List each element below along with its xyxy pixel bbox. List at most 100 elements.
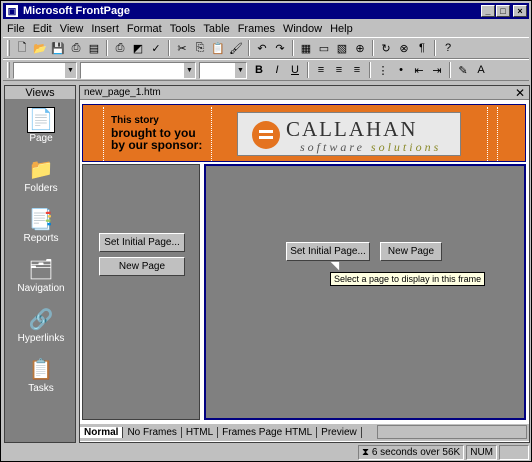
tab-no-frames[interactable]: No Frames [123,427,182,438]
window-title: Microsoft FrontPage [23,5,130,17]
view-navigation[interactable]: 🗂 Navigation [5,250,77,300]
cut-icon[interactable]: ✂ [174,40,190,56]
tab-frames-page-html[interactable]: Frames Page HTML [218,427,318,438]
close-icon[interactable]: ✕ [515,86,525,100]
chevron-down-icon[interactable]: ▼ [184,62,195,78]
undo-icon[interactable]: ↶ [254,40,270,56]
view-folders[interactable]: 📁 Folders [5,150,77,200]
save-icon[interactable]: 💾 [50,40,66,56]
underline-icon[interactable]: U [287,62,303,78]
menu-frames[interactable]: Frames [234,23,279,35]
horizontal-scrollbar[interactable] [377,425,527,439]
spelling-icon[interactable]: ✓ [148,40,164,56]
folder-icon: 📁 [28,159,54,181]
standard-toolbar: 🗋 📂 💾 ⎙ ▤ ⎙ ◩ ✓ ✂ ⎘ 📋 🖌 ↶ ↷ ▦ ▭ ▧ ⊕ ↻ ⊗ … [3,37,529,59]
insert-picture-icon[interactable]: ▧ [334,40,350,56]
app-icon[interactable]: ▣ [5,4,19,18]
formatting-toolbar: ▼ ▼ ▼ B I U ≡ ≡ ≡ ⋮ • ⇤ ⇥ ✎ A [3,59,529,81]
increase-indent-icon[interactable]: ⇥ [429,62,445,78]
page-icon: 📄 [27,106,55,133]
left-frame[interactable]: Set Initial Page... New Page [82,164,200,420]
tab-preview[interactable]: Preview [317,427,362,438]
menu-edit[interactable]: Edit [29,23,56,35]
menu-window[interactable]: Window [279,23,326,35]
set-initial-page-button-left[interactable]: Set Initial Page... [99,233,185,252]
preview-icon[interactable]: ◩ [130,40,146,56]
align-center-icon[interactable]: ≡ [331,62,347,78]
paste-icon[interactable]: 📋 [210,40,226,56]
menu-view[interactable]: View [56,23,88,35]
new-page-button-left[interactable]: New Page [99,257,185,276]
divider [497,107,498,161]
logo-sub-1: software [300,140,365,154]
toolbar-grip[interactable] [7,62,10,78]
view-reports[interactable]: 📑 Reports [5,200,77,250]
view-label: Navigation [17,282,65,294]
new-page-button-right[interactable]: New Page [380,242,442,261]
tasks-icon: 📋 [28,359,54,381]
logo-mark-icon [252,121,280,149]
menu-help[interactable]: Help [326,23,357,35]
divider [103,107,104,161]
stop-icon[interactable]: ⊗ [396,40,412,56]
banner-frame[interactable]: This story brought to you by our sponsor… [82,104,526,162]
document-tab[interactable]: new_page_1.htm ✕ [80,86,529,100]
status-empty-box [499,445,529,460]
view-label: Hyperlinks [17,332,65,344]
callahan-logo: CALLAHAN software solutions [237,112,461,156]
copy-icon[interactable]: ⎘ [192,40,208,56]
font-color-icon[interactable]: A [473,62,489,78]
menu-insert[interactable]: Insert [87,23,123,35]
style-select[interactable]: ▼ [13,61,77,79]
chevron-down-icon[interactable]: ▼ [235,62,246,78]
maximize-button[interactable]: □ [496,5,510,17]
align-right-icon[interactable]: ≡ [349,62,365,78]
tab-normal[interactable]: Normal [80,427,124,438]
decrease-indent-icon[interactable]: ⇤ [411,62,427,78]
menu-tools[interactable]: Tools [166,23,200,35]
highlight-icon[interactable]: ✎ [455,62,471,78]
chevron-down-icon[interactable]: ▼ [65,62,76,78]
italic-icon[interactable]: I [269,62,285,78]
insert-table-icon[interactable]: ▭ [316,40,332,56]
publish-icon[interactable]: ⎙ [68,40,84,56]
align-left-icon[interactable]: ≡ [313,62,329,78]
format-painter-icon[interactable]: 🖌 [228,40,244,56]
view-label: Folders [24,182,58,194]
tab-html[interactable]: HTML [182,427,219,438]
numbering-icon[interactable]: ⋮ [375,62,391,78]
folder-list-icon[interactable]: ▤ [86,40,102,56]
logo-name: CALLAHAN [286,117,418,141]
open-icon[interactable]: 📂 [32,40,48,56]
hyperlink-icon[interactable]: ⊕ [352,40,368,56]
minimize-button[interactable]: _ [481,5,495,17]
bold-icon[interactable]: B [251,62,267,78]
redo-icon[interactable]: ↷ [272,40,288,56]
download-time: ⧗ 6 seconds over 56K [358,445,465,460]
document-filename: new_page_1.htm [84,87,161,98]
menu-table[interactable]: Table [199,23,233,35]
new-icon[interactable]: 🗋 [14,40,30,56]
refresh-icon[interactable]: ↻ [378,40,394,56]
paragraph-icon[interactable]: ¶ [414,40,430,56]
menu-file[interactable]: File [3,23,29,35]
help-icon[interactable]: ? [440,40,456,56]
set-initial-page-button-right[interactable]: Set Initial Page... [286,242,370,261]
close-button[interactable]: × [513,5,527,17]
menu-format[interactable]: Format [123,23,166,35]
bullets-icon[interactable]: • [393,62,409,78]
view-tasks[interactable]: 📋 Tasks [5,350,77,400]
right-frame[interactable]: Set Initial Page... New Page Select a pa… [204,164,526,420]
font-select[interactable]: ▼ [80,61,196,79]
print-icon[interactable]: ⎙ [112,40,128,56]
hyperlinks-icon: 🔗 [28,309,54,331]
view-hyperlinks[interactable]: 🔗 Hyperlinks [5,300,77,350]
separator [449,62,451,78]
divider [487,107,488,161]
sponsor-line-3: by our sponsor: [111,138,203,152]
font-size-select[interactable]: ▼ [199,61,247,79]
insert-component-icon[interactable]: ▦ [298,40,314,56]
toolbar-grip[interactable] [7,40,10,56]
title-bar[interactable]: ▣ Microsoft FrontPage _ □ × [3,3,529,19]
view-page[interactable]: 📄 Page [5,100,77,150]
